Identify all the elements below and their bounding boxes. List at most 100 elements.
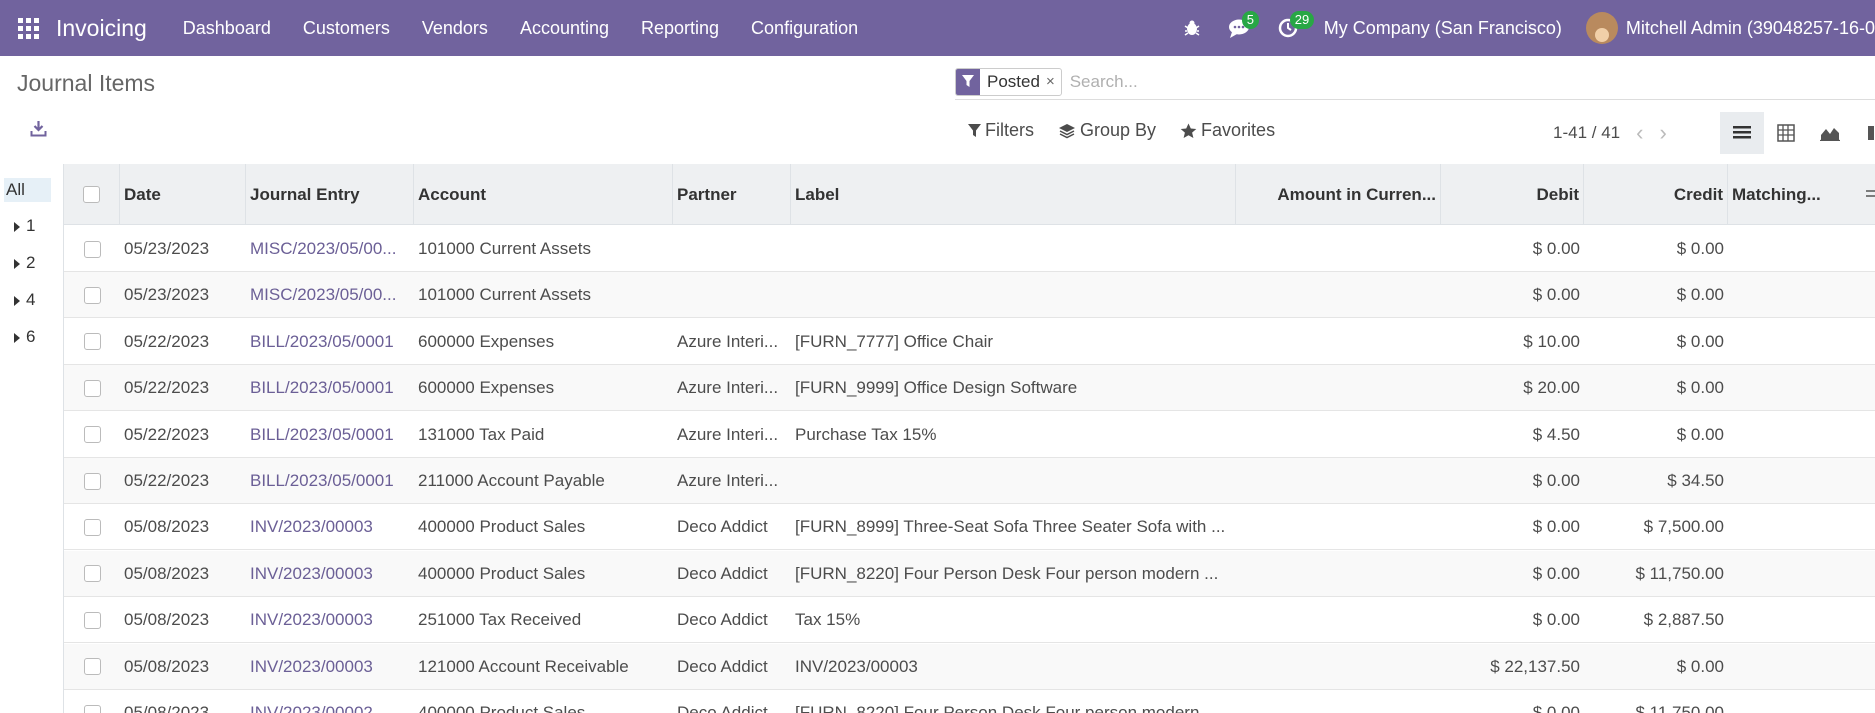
favorites-label: Favorites — [1201, 120, 1276, 140]
messages-icon[interactable]: 5 — [1216, 0, 1264, 56]
cell-credit: $ 0.00 — [1676, 239, 1724, 258]
menu-dashboard[interactable]: Dashboard — [167, 18, 287, 39]
user-avatar[interactable] — [1585, 12, 1618, 44]
row-checkbox[interactable] — [64, 504, 120, 550]
groupby-button[interactable]: Group By — [1058, 120, 1156, 141]
activities-clock-icon[interactable]: 29 — [1264, 0, 1315, 56]
header-label[interactable]: Label — [791, 164, 1236, 225]
table-row[interactable]: 05/23/2023 MISC/2023/05/00... 101000 Curre… — [64, 226, 1875, 272]
filters-button[interactable]: Filters — [968, 120, 1034, 141]
filters-label: Filters — [985, 120, 1034, 140]
cell-date: 05/08/2023 — [124, 517, 210, 537]
caret-right-icon — [14, 332, 20, 343]
table-row[interactable]: 05/23/2023 MISC/2023/05/00... 101000 Curre… — [64, 272, 1875, 319]
table-row[interactable]: 05/22/2023 BILL/2023/05/0001 131000 Tax Pa… — [64, 412, 1875, 458]
cell-credit: $ 7,500.00 — [1643, 517, 1724, 537]
facet-remove-button[interactable]: × — [1046, 73, 1061, 90]
row-checkbox[interactable] — [64, 551, 120, 597]
cell-partner: Azure Interi... — [677, 378, 779, 398]
cell-debit: $ 0.00 — [1532, 517, 1580, 537]
layers-icon — [1059, 123, 1075, 138]
header-account[interactable]: Account — [414, 164, 673, 225]
cell-amount-currency — [1236, 365, 1441, 411]
select-all-checkbox[interactable] — [64, 164, 120, 225]
row-checkbox[interactable] — [64, 226, 120, 272]
menu-customers[interactable]: Customers — [287, 18, 406, 39]
header-date[interactable]: Date — [120, 164, 246, 225]
row-checkbox[interactable] — [64, 412, 120, 458]
cell-credit: $ 0.00 — [1676, 424, 1724, 444]
table-row[interactable]: 05/08/2023 INV/2023/00003 400000 Product S… — [64, 550, 1875, 597]
cell-amount-currency — [1236, 272, 1441, 318]
row-checkbox[interactable] — [64, 319, 120, 365]
pivot-view-icon[interactable] — [1764, 112, 1808, 154]
kanban-view-icon[interactable] — [1852, 112, 1875, 154]
download-icon[interactable] — [30, 120, 47, 142]
cell-amount-currency — [1236, 644, 1441, 690]
cell-label: [FURN_7777] Office Chair — [795, 331, 994, 351]
graph-view-icon[interactable] — [1808, 112, 1852, 154]
cell-account: 600000 Expenses — [418, 331, 555, 351]
menu-accounting[interactable]: Accounting — [504, 18, 625, 39]
app-name[interactable]: Invoicing — [56, 15, 147, 42]
header-amount-currency[interactable]: Amount in Curren... — [1236, 164, 1441, 225]
apps-menu-icon[interactable] — [0, 0, 56, 56]
search-panel: All 1 2 4 6 — [0, 164, 64, 713]
user-menu[interactable]: Mitchell Admin (39048257-16-0 — [1626, 18, 1875, 39]
menu-vendors[interactable]: Vendors — [406, 18, 504, 39]
cell-date: 05/23/2023 — [124, 285, 210, 305]
table-row[interactable]: 05/22/2023 BILL/2023/05/0001 600000 Expens… — [64, 319, 1875, 365]
sidepanel-item-all[interactable]: All — [4, 178, 51, 202]
sidepanel-item-6[interactable]: 6 — [4, 327, 35, 347]
header-matching[interactable]: Matching... — [1728, 164, 1868, 225]
row-checkbox[interactable] — [64, 272, 120, 318]
search-input[interactable] — [1069, 71, 1670, 92]
header-debit[interactable]: Debit — [1441, 164, 1584, 225]
sidepanel-item-2[interactable]: 2 — [4, 253, 35, 273]
cell-credit: $ 0.00 — [1676, 656, 1724, 676]
pager-previous-button[interactable]: ‹ — [1636, 120, 1643, 146]
header-partner[interactable]: Partner — [673, 164, 791, 225]
cell-credit: $ 0.00 — [1676, 285, 1724, 305]
row-checkbox[interactable] — [64, 458, 120, 504]
header-journal-entry[interactable]: Journal Entry — [246, 164, 414, 225]
menu-configuration[interactable]: Configuration — [735, 18, 874, 39]
cell-date: 05/22/2023 — [124, 331, 210, 351]
favorites-button[interactable]: Favorites — [1180, 120, 1275, 141]
header-credit[interactable]: Credit — [1584, 164, 1728, 225]
search-bar: Posted × — [955, 64, 1875, 100]
row-checkbox[interactable] — [64, 690, 120, 713]
row-checkbox[interactable] — [64, 365, 120, 411]
cell-debit: $ 0.00 — [1532, 471, 1580, 490]
pager-value[interactable]: 1-41 / 41 — [1553, 123, 1620, 143]
table-row[interactable]: 05/22/2023 BILL/2023/05/0001 600000 Expens… — [64, 365, 1875, 412]
sidepanel-item-label: 2 — [26, 253, 36, 272]
cell-debit: $ 0.00 — [1532, 563, 1580, 583]
table-row[interactable]: 05/08/2023 INV/2023/00002 400000 Product S… — [64, 690, 1875, 713]
menu-reporting[interactable]: Reporting — [625, 18, 735, 39]
cell-debit: $ 0.00 — [1532, 239, 1580, 258]
company-switcher[interactable]: My Company (San Francisco) — [1324, 18, 1562, 39]
cell-amount-currency — [1236, 504, 1441, 550]
cell-journal-entry: MISC/2023/05/00... — [250, 285, 397, 305]
list-view-icon[interactable] — [1720, 112, 1764, 154]
sidepanel-item-4[interactable]: 4 — [4, 290, 35, 310]
search-facet: Posted × — [955, 67, 1062, 96]
sidepanel-item-1[interactable]: 1 — [4, 216, 35, 236]
pager-next-button[interactable]: › — [1659, 120, 1666, 146]
cell-date: 05/23/2023 — [124, 239, 210, 258]
row-checkbox[interactable] — [64, 644, 120, 690]
journal-items-table: Date Journal Entry Account Partner Label… — [64, 164, 1875, 713]
row-checkbox[interactable] — [64, 597, 120, 643]
cell-date: 05/22/2023 — [124, 471, 210, 490]
table-row[interactable]: 05/08/2023 INV/2023/00003 400000 Product S… — [64, 504, 1875, 551]
debug-bug-icon[interactable] — [1168, 0, 1216, 56]
page-title: Journal Items — [17, 70, 156, 96]
table-row[interactable]: 05/08/2023 INV/2023/00003 121000 Account R… — [64, 643, 1875, 690]
cell-journal-entry: INV/2023/00003 — [250, 517, 373, 537]
cell-debit: $ 10.00 — [1523, 331, 1580, 351]
table-row[interactable]: 05/22/2023 BILL/2023/05/0001 211000 Accoun… — [64, 458, 1875, 504]
table-row[interactable]: 05/08/2023 INV/2023/00003 251000 Tax Recei… — [64, 597, 1875, 644]
column-settings-icon[interactable] — [1864, 186, 1875, 207]
top-navbar: Invoicing Dashboard Customers Vendors Ac… — [0, 0, 1875, 56]
